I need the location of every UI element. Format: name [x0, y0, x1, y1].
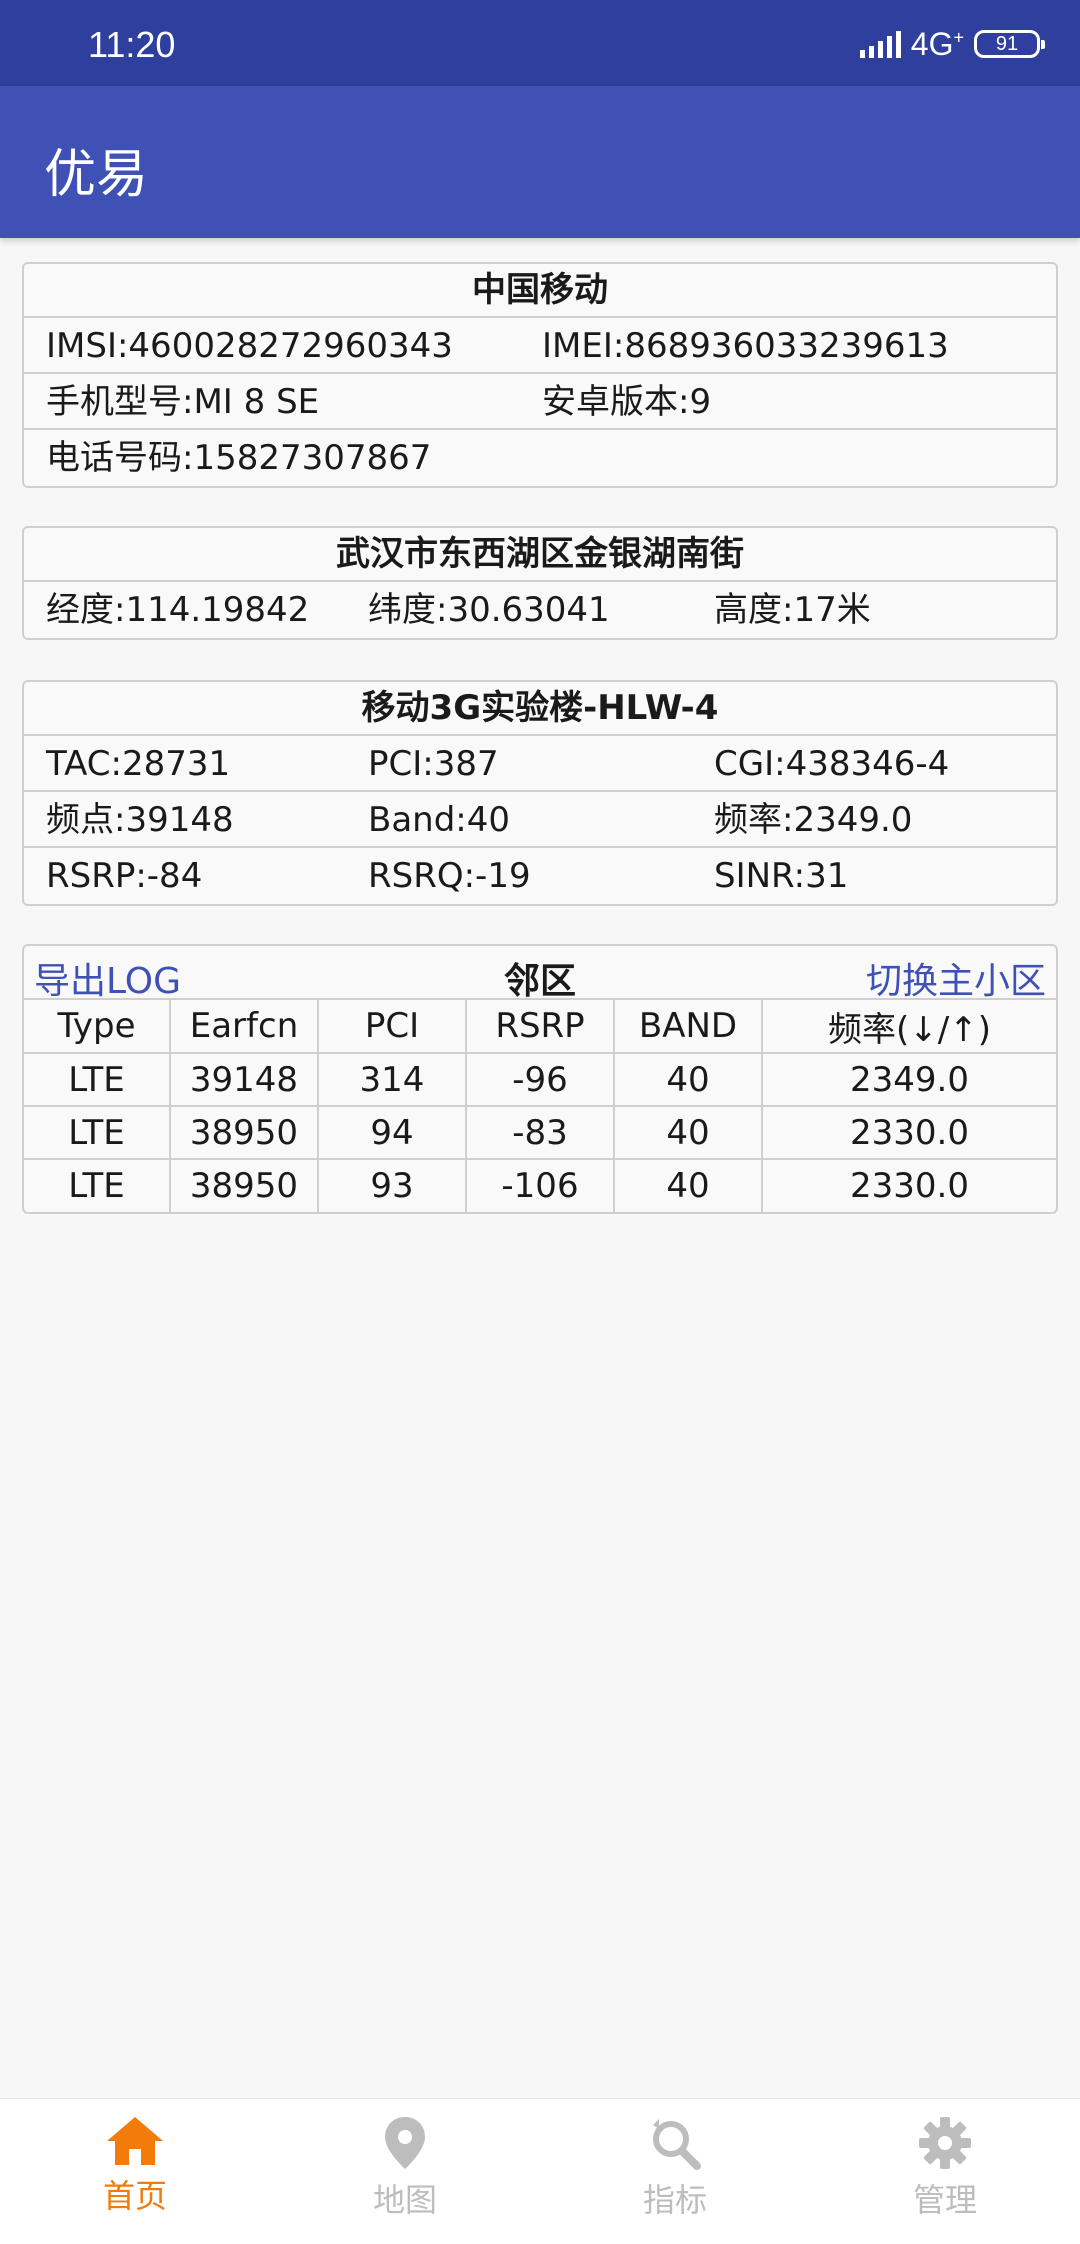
app-bar: 优易	[0, 86, 1080, 238]
status-icons: 4G+ 91	[859, 24, 1045, 64]
col-pci: PCI	[318, 1000, 467, 1054]
col-band: BAND	[614, 1000, 763, 1054]
carrier-card: 中国移动 IMSI:460028272960343 IMEI:868936033…	[22, 262, 1058, 488]
neighbor-table-header: Type Earfcn PCI RSRP BAND 频率(↓/↑)	[24, 1000, 1056, 1054]
network-type: 4G+	[911, 26, 964, 63]
switch-main-cell-button[interactable]: 切换主小区	[866, 952, 1046, 1004]
nav-manage[interactable]: 管理	[810, 2099, 1080, 2244]
earfcn-value: 频点:39148	[46, 800, 234, 840]
pci-value: PCI:387	[368, 744, 499, 784]
col-earfcn: Earfcn	[170, 1000, 319, 1054]
model-value: 手机型号:MI 8 SE	[46, 382, 320, 422]
cell-rsrp: -83	[466, 1106, 615, 1160]
cell-type: LTE	[24, 1106, 171, 1160]
network-sup: +	[953, 26, 964, 47]
export-log-button[interactable]: 导出LOG	[34, 952, 181, 1004]
nav-metrics[interactable]: 指标	[540, 2099, 810, 2244]
cell-frequency: 2349.0	[762, 1053, 1056, 1107]
android-version: 安卓版本:9	[542, 382, 712, 422]
search-refresh-icon	[653, 2119, 701, 2170]
frequency-value: 频率:2349.0	[714, 800, 913, 840]
map-pin-icon	[385, 2117, 425, 2169]
cell-earfcn: 38950	[170, 1159, 319, 1212]
col-type: Type	[24, 1000, 171, 1054]
latitude-value: 纬度:30.63041	[368, 590, 610, 630]
coordinates-row: 经度:114.19842 纬度:30.63041 高度:17米	[24, 582, 1056, 638]
imsi-imei-row: IMSI:460028272960343 IMEI:86893603323961…	[24, 318, 1056, 374]
cell-earfcn: 39148	[170, 1053, 319, 1107]
nav-map[interactable]: 地图	[270, 2099, 540, 2244]
cell-pci: 93	[318, 1159, 467, 1212]
tac-value: TAC:28731	[46, 744, 231, 784]
app-title: 优易	[44, 145, 149, 205]
band-value: Band:40	[368, 800, 511, 840]
rsrq-value: RSRQ:-19	[368, 856, 531, 896]
longitude-value: 经度:114.19842	[46, 590, 310, 630]
nav-metrics-label: 指标	[642, 2181, 707, 2219]
location-card: 武汉市东西湖区金银湖南街 经度:114.19842 纬度:30.63041 高度…	[22, 526, 1058, 640]
status-time: 11:20	[88, 24, 176, 65]
cell-band: 40	[614, 1106, 763, 1160]
table-row: LTE 38950 94 -83 40 2330.0	[24, 1106, 1056, 1160]
cell-title: 移动3G实验楼-HLW-4	[24, 682, 1056, 736]
cell-pci: 94	[318, 1106, 467, 1160]
imei-value: IMEI:868936033239613	[542, 326, 949, 366]
nav-map-label: 地图	[372, 2181, 437, 2219]
nav-home-label: 首页	[102, 2177, 167, 2215]
cell-pci: 314	[318, 1053, 467, 1107]
neighbor-cells-card: 邻区 导出LOG 切换主小区 Type Earfcn PCI RSRP BAND…	[22, 944, 1058, 1214]
battery-level: 91	[995, 33, 1019, 55]
neighbor-table: Type Earfcn PCI RSRP BAND 频率(↓/↑) LTE 39…	[24, 1000, 1056, 1212]
cell-rsrp: -96	[466, 1053, 615, 1107]
imsi-value: IMSI:460028272960343	[46, 326, 453, 366]
cell-type: LTE	[24, 1053, 171, 1107]
network-label: 4G	[910, 25, 954, 62]
cell-freq-row: 频点:39148 Band:40 频率:2349.0	[24, 792, 1056, 848]
nav-manage-label: 管理	[912, 2181, 977, 2219]
cell-signal-row: RSRP:-84 RSRQ:-19 SINR:31	[24, 848, 1056, 904]
signal-icon	[859, 30, 901, 58]
status-bar: 11:20 4G+ 91	[0, 0, 1080, 86]
home-icon	[107, 2117, 163, 2165]
col-rsrp: RSRP	[466, 1000, 615, 1054]
col-frequency: 频率(↓/↑)	[762, 1000, 1056, 1054]
carrier-title: 中国移动	[24, 264, 1056, 318]
cell-earfcn: 38950	[170, 1106, 319, 1160]
device-row: 手机型号:MI 8 SE 安卓版本:9	[24, 374, 1056, 430]
cell-rsrp: -106	[466, 1159, 615, 1212]
rsrp-value: RSRP:-84	[46, 856, 203, 896]
gear-icon	[919, 2117, 971, 2169]
altitude-value: 高度:17米	[714, 590, 871, 630]
cell-frequency: 2330.0	[762, 1106, 1056, 1160]
cell-band: 40	[614, 1053, 763, 1107]
serving-cell-card: 移动3G实验楼-HLW-4 TAC:28731 PCI:387 CGI:4383…	[22, 680, 1058, 906]
battery-icon: 91	[974, 30, 1045, 58]
phone-row: 电话号码:15827307867	[24, 430, 1056, 486]
nav-home[interactable]: 首页	[0, 2099, 270, 2244]
cell-frequency: 2330.0	[850, 1166, 969, 1206]
bottom-navigation: 首页 地图 指标 管理	[0, 2098, 1080, 2244]
cell-type: LTE	[24, 1159, 171, 1212]
neighbor-header: 邻区 导出LOG 切换主小区	[24, 946, 1056, 1002]
sinr-value: SINR:31	[714, 856, 849, 896]
cell-band: 40	[614, 1159, 763, 1212]
table-row: LTE 39148 314 -96 40 2349.0	[24, 1053, 1056, 1107]
cell-id-row: TAC:28731 PCI:387 CGI:438346-4	[24, 736, 1056, 792]
table-row: LTE 38950 93 -106 40 2330.0	[24, 1159, 1056, 1212]
location-title: 武汉市东西湖区金银湖南街	[24, 528, 1056, 582]
cgi-value: CGI:438346-4	[714, 744, 950, 784]
phone-number: 电话号码:15827307867	[46, 438, 432, 478]
